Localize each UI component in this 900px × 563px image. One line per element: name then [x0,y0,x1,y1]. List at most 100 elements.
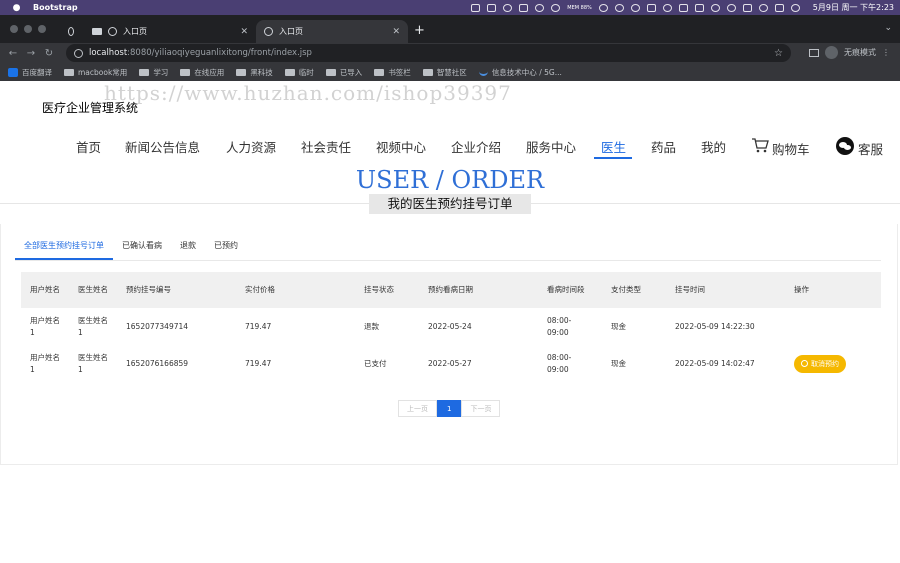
bookmark-folder[interactable]: 学习 [139,67,168,78]
tab-confirmed[interactable]: 已确认看病 [113,240,171,260]
menu-clock[interactable]: 5月9日 周一 下午2:23 [813,2,894,13]
nav-doctor[interactable]: 医生 [601,137,626,156]
nav-customer-service[interactable]: 客服 [858,139,883,158]
chat-tray-icon[interactable] [535,3,545,12]
memory-indicator[interactable]: MEM 88% [567,5,592,11]
notification-icon[interactable] [774,3,784,12]
col-visit-date: 预约看病日期 [428,285,473,294]
tab-close-icon[interactable]: ✕ [240,27,248,37]
at-icon[interactable] [614,3,624,12]
target-icon[interactable] [630,3,640,12]
incognito-label[interactable]: 无痕模式 [844,47,876,58]
wave-icon [478,69,488,76]
more-menu-icon[interactable]: ⋮ [882,48,890,57]
folder-icon [422,68,433,76]
nav-home[interactable]: 首页 [76,137,101,156]
tab-title: 入口页 [279,27,303,36]
tab-booked[interactable]: 已预约 [205,240,247,260]
cancel-booking-button[interactable]: 取消预约 [794,354,846,373]
bookmark-folder[interactable]: 临时 [284,67,314,78]
cell-booking-time: 2022-05-09 14:22:30 [675,321,755,331]
translate-icon [8,67,18,77]
cell-visit-date: 2022-05-24 [428,321,472,331]
bookmark-label: 百度翻译 [22,67,52,77]
record-icon[interactable] [503,3,513,12]
reload-icon[interactable]: ↻ [42,48,56,59]
folder-icon [180,68,191,76]
nav-mine[interactable]: 我的 [701,137,726,156]
forward-icon[interactable]: → [24,48,38,59]
bookmark-folder[interactable]: 智慧社区 [422,67,467,78]
bookmark-item[interactable]: 信息技术中心 / 5G... [478,67,562,78]
incognito-icon[interactable] [825,46,838,59]
vpn-icon[interactable] [662,3,672,12]
keyboard-icon[interactable] [694,3,704,12]
search-icon[interactable] [758,3,768,12]
browser-tab-1[interactable]: 入口页 ✕ [84,20,256,43]
col-doctor-name: 医生姓名 [78,285,108,294]
bookmark-folder[interactable]: 在线应用 [180,67,224,78]
folder-icon [284,68,295,76]
microphone-icon[interactable] [471,3,481,12]
browser-tab-active[interactable]: 入口页 ✕ [256,20,408,43]
bookmark-item[interactable]: 百度翻译 [8,67,52,78]
minimize-window-button[interactable] [24,25,32,33]
bluetooth-icon[interactable] [678,3,688,12]
web-page: 医疗企业管理系统 https://www.huzhan.com/ishop393… [0,81,900,563]
bookmark-folder[interactable]: 黑科技 [236,67,273,78]
sync-tray-icon[interactable] [551,3,561,12]
nav-news[interactable]: 新闻公告信息 [125,137,200,156]
maximize-window-button[interactable] [38,25,46,33]
bookmark-label: 信息技术中心 / 5G... [491,67,562,77]
page-1-button[interactable]: 1 [437,400,462,417]
cell-booking-number: 1652076166859 [126,358,189,368]
nav-cart[interactable]: 购物车 [772,139,810,158]
nav-video-center[interactable]: 视频中心 [376,137,426,156]
nav-hr[interactable]: 人力资源 [226,137,276,156]
active-app-name[interactable]: Bootstrap [33,3,78,12]
side-panel-icon[interactable] [809,48,819,57]
screen-icon[interactable] [487,3,497,12]
bookmark-label: 临时 [298,67,314,77]
cart-icon[interactable] [751,137,769,153]
new-tab-button[interactable]: + [414,23,425,38]
siri-icon[interactable] [790,3,800,12]
bookmark-label: 已导入 [339,67,363,77]
prev-page-button[interactable]: 上一页 [398,400,437,417]
address-bar[interactable]: localhost :8080/yiliaoqiyeguanlixitong/f… [66,44,791,62]
window-icon[interactable] [646,3,656,12]
back-icon[interactable]: ← [6,48,20,59]
bookmark-label: 黑科技 [250,67,273,77]
browser-tab-pinned[interactable] [60,20,82,43]
pagination: 上一页 1 下一页 [398,400,501,417]
tab-close-icon[interactable]: ✕ [392,27,400,37]
nav-social-responsibility[interactable]: 社会责任 [301,137,351,156]
site-info-icon[interactable] [74,48,83,58]
close-window-button[interactable] [10,25,18,33]
folder-icon [236,68,247,76]
nav-service-center[interactable]: 服务中心 [526,137,576,156]
app-tray-icon[interactable] [519,3,529,12]
user-switch-icon[interactable] [726,3,736,12]
tab-all-orders[interactable]: 全部医生预约挂号订单 [15,240,113,260]
tab-refund[interactable]: 退款 [171,240,205,260]
cell-price: 719.47 [245,321,272,331]
nav-company-intro[interactable]: 企业介绍 [451,137,501,156]
tab-search-chevron-icon[interactable]: ⌄ [884,23,892,33]
bell-icon[interactable] [598,3,608,12]
active-nav-indicator [594,157,632,159]
col-user-name: 用户姓名 [30,285,60,294]
control-center-icon[interactable] [742,3,752,12]
nav-medicine[interactable]: 药品 [651,137,676,156]
wifi-icon[interactable] [710,3,720,12]
col-pay-type: 支付类型 [611,285,641,294]
next-page-button[interactable]: 下一页 [461,400,501,417]
url-path: :8080/yiliaoqiyeguanlixitong/front/index… [127,48,312,58]
bookmark-folder[interactable]: 书签栏 [374,67,411,78]
bookmark-folder[interactable]: 已导入 [325,67,363,78]
apple-icon[interactable]: ● [12,3,21,13]
bookmark-folder[interactable]: macbook常用 [64,67,127,78]
bookmark-star-icon[interactable]: ☆ [774,48,783,59]
chat-icon[interactable] [836,137,854,155]
cancel-booking-label: 取消预约 [811,359,839,368]
